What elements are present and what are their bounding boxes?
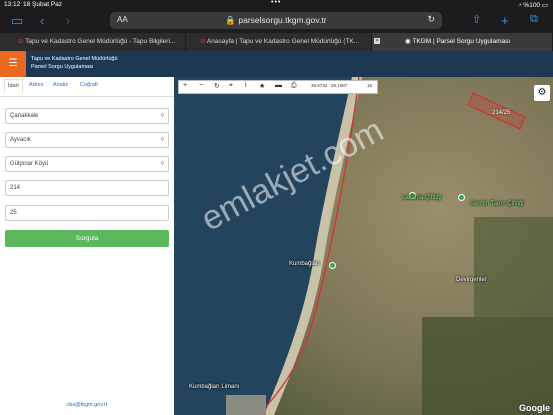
url-text: 🔒 parselsorgu.tkgm.gov.tr (225, 15, 327, 25)
settings-gear-icon[interactable]: ⚙ (534, 85, 550, 101)
forward-icon[interactable]: › (66, 13, 70, 28)
map-toolbar: + − ↻ ⌖ i ★ ▬ ⎙ 39.5732 : 26.1087 16 (178, 80, 378, 94)
contact-email-link[interactable]: cbs@tkgm.gov.tr (0, 402, 174, 408)
address-bar[interactable]: AA 🔒 parselsorgu.tkgm.gov.tr ↻ (110, 12, 442, 29)
tab-analiz[interactable]: Analiz (53, 82, 68, 88)
kumbaglari-place-icon[interactable] (329, 262, 336, 269)
chevron-icon: ◊ (161, 137, 164, 143)
measure-icon[interactable]: ▬ (275, 82, 282, 89)
tab-adres[interactable]: Adres (29, 82, 43, 88)
bookmark-star-icon[interactable]: ★ (259, 82, 265, 90)
il-select[interactable]: Çanakkale ◊ (5, 108, 169, 124)
browser-toolbar: ▭ ‹ › AA 🔒 parselsorgu.tkgm.gov.tr ↻ ⇧ +… (0, 9, 553, 33)
tab-parsel-sorgu[interactable]: ✕ ◉ TKGM | Parsel Sorgu Uygulaması (372, 33, 553, 51)
app-title: Tapu ve Kadastro Genel Müdürlüğü Parsel … (31, 56, 118, 70)
locate-icon[interactable]: ⌖ (229, 82, 233, 90)
place-sermin[interactable]: Sermin Tarım Çiftliği (470, 201, 524, 207)
chevron-icon: ◊ (161, 113, 164, 119)
zoom-in-icon[interactable]: + (183, 82, 187, 89)
reload-icon[interactable]: ↻ (427, 14, 435, 25)
sermin-place-icon[interactable] (458, 194, 465, 201)
place-kumbaglari[interactable]: Kumbağları (289, 261, 320, 267)
ada-input[interactable]: 214 (5, 180, 169, 196)
clock: 13:12 (4, 1, 21, 8)
zoom-level: 16 (367, 83, 373, 88)
ilce-select[interactable]: Ayvacık ◊ (5, 132, 169, 148)
sidebar-icon[interactable]: ▭ (11, 13, 23, 29)
battery-indicator: ◔ %100 ▭ (517, 2, 548, 9)
tab-tapu-bilgileri[interactable]: ⊘ Tapu ve Kadastro Genel Müdürlüğü - Tap… (0, 33, 186, 51)
mahalle-select[interactable]: Gülpınar Köyü ◊ (5, 156, 169, 172)
query-tabs: İdari Adres Analiz Coğrafi (0, 77, 174, 97)
status-bar: 13:12 18 Şubat Paz ••• ◔ %100 ▭ (0, 0, 553, 9)
tab-strip: ⊘ Tapu ve Kadastro Genel Müdürlüğü - Tap… (0, 33, 553, 51)
google-logo: Google (519, 403, 550, 413)
info-icon[interactable]: i (245, 82, 247, 89)
parsel-input[interactable]: 25 (5, 205, 169, 221)
chevron-icon: ◊ (161, 161, 164, 167)
app-header: ☰ Tapu ve Kadastro Genel Müdürlüğü Parse… (0, 51, 553, 77)
place-lavanta[interactable]: Lavanta Çiftliği (402, 195, 441, 201)
date: 18 Şubat Paz (23, 1, 63, 8)
back-icon[interactable]: ‹ (40, 13, 44, 28)
refresh-icon[interactable]: ↻ (214, 82, 220, 90)
sorgula-button[interactable]: Sorgula (5, 230, 169, 247)
tab-cografi[interactable]: Coğrafi (80, 82, 98, 88)
coordinate-readout: 39.5732 : 26.1087 (311, 83, 348, 88)
tab-idari[interactable]: İdari (4, 79, 23, 93)
share-icon[interactable]: ⇧ (472, 13, 481, 26)
hamburger-menu-icon[interactable]: ☰ (0, 51, 26, 77)
zoom-out-icon[interactable]: − (199, 82, 203, 89)
new-tab-icon[interactable]: + (501, 13, 509, 28)
close-tab-icon[interactable]: ✕ (374, 38, 380, 45)
parcel-label: 214/25 (492, 110, 511, 116)
place-kumbaglari-limani[interactable]: Kumbağları Limanı (189, 384, 239, 390)
tab-anasayfa[interactable]: ⊘ Anasayfa | Tapu ve Kadastro Genel Müdü… (186, 33, 372, 51)
multitask-dots[interactable]: ••• (271, 0, 281, 6)
place-devirgenler[interactable]: Devirgenler (456, 277, 487, 283)
print-icon[interactable]: ⎙ (291, 82, 297, 90)
query-panel: İdari Adres Analiz Coğrafi Çanakkale ◊ Ay… (0, 77, 174, 415)
tabs-overview-icon[interactable]: ⧉ (530, 13, 538, 26)
